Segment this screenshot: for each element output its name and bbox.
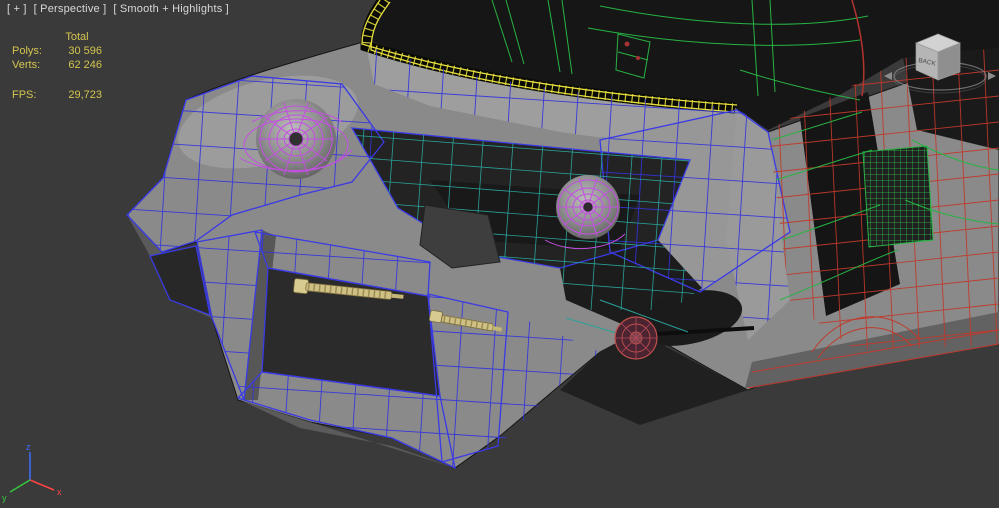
stats-verts-label: Verts: [12, 59, 41, 71]
stats-verts-value: 62 246 [68, 59, 102, 71]
viewport-label-bar: [ + ] [ Perspective ] [ Smooth + Highlig… [7, 3, 229, 15]
stats-polys-value: 30 596 [68, 45, 102, 57]
axis-z-label: z [26, 442, 31, 452]
stats-total-label: Total [65, 31, 89, 43]
stats-verts-row: Verts: 62 246 [12, 58, 102, 72]
axis-y-label: y [2, 493, 7, 503]
stats-polys-row: Polys: 30 596 [12, 44, 102, 58]
vent-mesh [862, 145, 934, 248]
stats-fps-value: 29,723 [68, 89, 102, 101]
statistics-overlay: Total Polys: 30 596 Verts: 62 246 FPS: 2… [12, 30, 102, 102]
max-viewport[interactable]: BACK z x y [ + ] [ Perspective ] [ Smoot… [0, 0, 999, 508]
viewport-pov-menu[interactable]: [ Perspective ] [34, 3, 107, 15]
viewport-shading-menu[interactable]: [ Smooth + Highlights ] [113, 3, 229, 15]
stats-fps-row: FPS: 29,723 [12, 88, 102, 102]
stats-total-row: Total [12, 30, 102, 44]
stats-polys-label: Polys: [12, 45, 42, 57]
viewport-general-menu[interactable]: [ + ] [7, 3, 27, 15]
stats-fps-label: FPS: [12, 89, 37, 101]
viewport-canvas[interactable]: BACK z x y [0, 0, 999, 508]
axis-x-label: x [57, 487, 62, 497]
